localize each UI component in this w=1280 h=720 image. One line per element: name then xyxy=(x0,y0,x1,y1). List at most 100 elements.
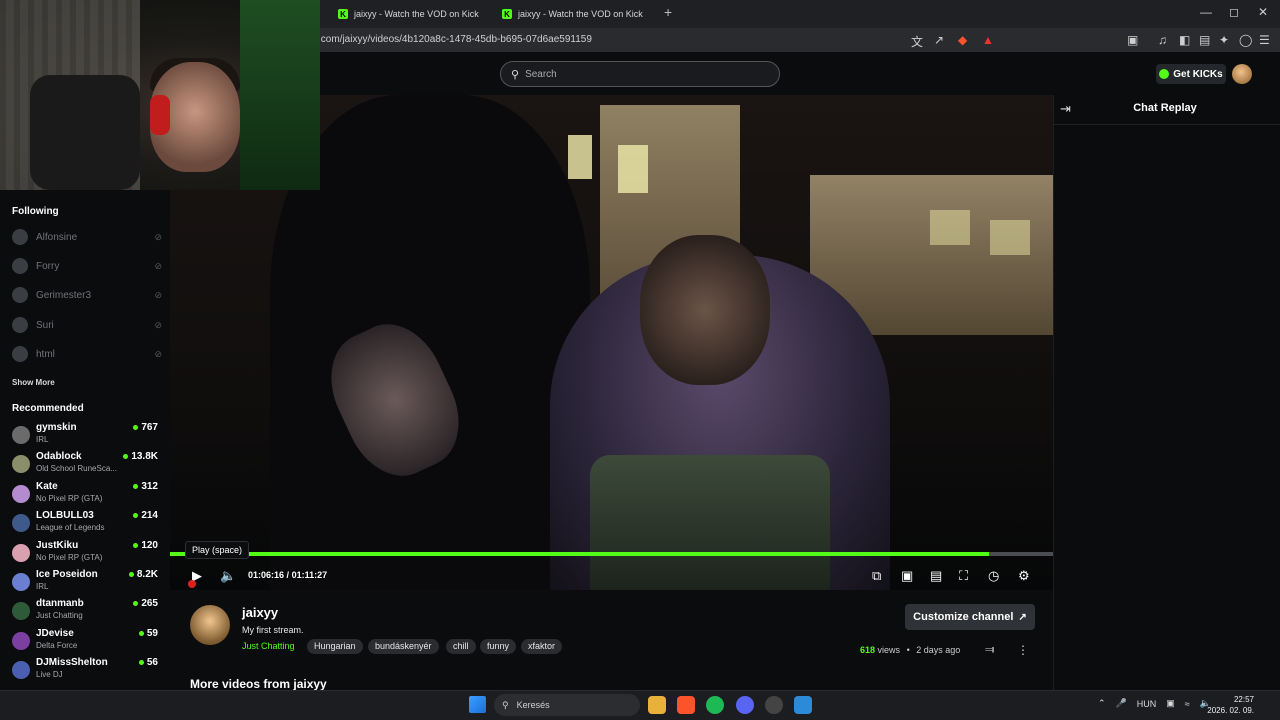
viewer-count: 214 xyxy=(133,510,158,521)
kicks-coin-icon xyxy=(1159,69,1170,79)
pip-icon[interactable]: ⧉ xyxy=(872,568,881,584)
video-window xyxy=(618,145,648,193)
sidebar-following-item[interactable]: html ⊘ xyxy=(12,344,162,364)
photos-icon[interactable] xyxy=(794,696,812,714)
tag-chip[interactable]: bundáskenyér xyxy=(368,639,439,654)
viewer-count-value: 13.8K xyxy=(131,451,158,462)
settings-icon[interactable]: ⚙ xyxy=(1018,568,1030,584)
customize-channel-button[interactable]: Customize channel ↗ xyxy=(905,604,1035,630)
reader-icon[interactable]: ◧ xyxy=(1179,33,1190,47)
channel-name: html xyxy=(36,348,55,360)
brave-browser-icon[interactable] xyxy=(677,696,695,714)
search-placeholder: Search xyxy=(525,68,557,80)
channel-name: LOLBULL03 xyxy=(36,510,94,521)
theater-mode-icon[interactable]: ▤ xyxy=(930,568,942,584)
tag-chip[interactable]: chill xyxy=(446,639,476,654)
translate-icon[interactable]: 文 xyxy=(911,33,923,50)
share-icon[interactable]: ⫥ xyxy=(985,644,995,657)
channel-name: Forry xyxy=(36,260,60,272)
get-kicks-button[interactable]: Get KICKs xyxy=(1156,64,1226,84)
live-dot-icon xyxy=(133,425,139,430)
avatar xyxy=(12,485,30,503)
search-input[interactable]: ⚲ Search xyxy=(500,61,780,87)
brave-rewards-icon[interactable]: ▲ xyxy=(982,33,994,47)
seek-bar-fill xyxy=(170,552,990,556)
play-tooltip: Play (space) xyxy=(185,541,250,559)
windows-taskbar xyxy=(0,690,1280,720)
show-more-button[interactable]: Show More xyxy=(12,378,55,387)
avatar xyxy=(12,258,28,274)
offline-icon: ⊘ xyxy=(154,348,162,359)
music-icon[interactable]: ♫ xyxy=(1158,33,1167,47)
sidebar-recommended-item[interactable]: Odablock Old School RuneSca... 13.8K xyxy=(12,451,162,479)
sidebar-recommended-item[interactable]: Ice Poseidon IRL 8.2K xyxy=(12,569,162,597)
category-link[interactable]: Just Chatting xyxy=(242,641,295,651)
volume-icon[interactable]: 🔈 xyxy=(220,568,236,584)
file-explorer-icon[interactable] xyxy=(648,696,666,714)
microphone-icon[interactable]: 🎤 xyxy=(1116,698,1127,709)
sidebar-toggle-icon[interactable]: ▣ xyxy=(1127,33,1138,47)
sidebar-recommended-item[interactable]: gymskin IRL 767 xyxy=(12,422,162,450)
mini-player-icon[interactable]: ▣ xyxy=(901,568,913,584)
taskbar-clock[interactable]: 22:57 2026. 02. 09. xyxy=(1204,694,1254,716)
chevron-up-icon[interactable]: ⌃ xyxy=(1098,698,1106,709)
browser-tab-2[interactable]: K jaixyy - Watch the VOD on Kick xyxy=(502,4,643,24)
sidebar-recommended-item[interactable]: JDevise Delta Force 59 xyxy=(12,628,162,656)
sidebar-following-item[interactable]: Forry ⊘ xyxy=(12,256,162,276)
close-icon[interactable]: ✕ xyxy=(1258,5,1268,19)
view-stats: 618 views • 2 days ago xyxy=(860,645,960,655)
clock-date: 2026. 02. 09. xyxy=(1207,706,1254,715)
steam-icon[interactable] xyxy=(765,696,783,714)
share-page-icon[interactable]: ↗ xyxy=(934,33,944,47)
sidebar-recommended-item[interactable]: JustKiku No Pixel RP (GTA) 120 xyxy=(12,540,162,568)
seek-bar[interactable] xyxy=(170,552,1053,556)
playback-speed-icon[interactable]: ◷ xyxy=(988,568,999,584)
language-indicator[interactable]: HUN xyxy=(1137,699,1157,709)
display-icon[interactable]: ▣ xyxy=(1166,698,1175,709)
minimize-icon[interactable]: — xyxy=(1200,5,1212,19)
discord-icon[interactable] xyxy=(736,696,754,714)
new-tab-button[interactable]: + xyxy=(664,4,672,20)
start-icon[interactable] xyxy=(469,696,486,713)
maximize-icon[interactable]: ◻ xyxy=(1229,5,1239,19)
sidebar-following-item[interactable]: Gerimester3 ⊘ xyxy=(12,285,162,305)
brave-shields-icon[interactable]: ◆ xyxy=(958,33,967,47)
menu-icon[interactable]: ☰ xyxy=(1259,33,1270,47)
avatar xyxy=(12,661,30,679)
avatar xyxy=(12,346,28,362)
browser-tab-1[interactable]: K jaixyy - Watch the VOD on Kick xyxy=(338,4,479,24)
channel-name-heading[interactable]: jaixyy xyxy=(242,605,278,620)
sidebar-recommended-item[interactable]: dtanmanb Just Chatting 265 xyxy=(12,598,162,626)
sidebar-following-item[interactable]: Alfonsine ⊘ xyxy=(12,227,162,247)
video-figure xyxy=(640,235,770,385)
live-dot-icon xyxy=(133,601,139,606)
tag-chip[interactable]: xfaktor xyxy=(521,639,563,654)
wallet-icon[interactable]: ▤ xyxy=(1199,33,1210,47)
spotify-icon[interactable] xyxy=(706,696,724,714)
sidebar-recommended-item[interactable]: Kate No Pixel RP (GTA) 312 xyxy=(12,481,162,509)
sidebar-recommended-item[interactable]: DJMissShelton Live DJ 56 xyxy=(12,657,162,685)
channel-avatar[interactable] xyxy=(190,605,230,645)
channel-category: IRL xyxy=(36,582,49,591)
user-avatar[interactable] xyxy=(1232,64,1252,84)
channel-name: JDevise xyxy=(36,628,74,639)
offline-icon: ⊘ xyxy=(154,289,162,300)
vpn-icon[interactable]: ◯ xyxy=(1239,33,1252,47)
tab-title: jaixyy - Watch the VOD on Kick xyxy=(518,9,643,19)
avatar xyxy=(12,426,30,444)
channel-name: gymskin xyxy=(36,422,77,433)
sidebar-recommended-item[interactable]: LOLBULL03 League of Legends 214 xyxy=(12,510,162,538)
clock-time: 22:57 xyxy=(1233,695,1254,704)
collapse-chat-icon[interactable]: ⇥ xyxy=(1060,101,1071,117)
taskbar-search[interactable]: ⚲ Keresés xyxy=(494,694,640,716)
more-options-icon[interactable]: ⋮ xyxy=(1017,643,1029,657)
live-dot-icon xyxy=(138,631,144,636)
fullscreen-icon[interactable]: ⛶ xyxy=(959,568,968,584)
wifi-icon[interactable]: ≈ xyxy=(1185,699,1190,709)
player-controls: ▶ 🔈 01:06:16 / 01:11:27 ⧉ ▣ ▤ ⛶ ◷ ⚙ xyxy=(170,562,1053,590)
tag-chip[interactable]: Hungarian xyxy=(307,639,363,654)
tag-chip[interactable]: funny xyxy=(480,639,517,654)
channel-category: Old School RuneSca... xyxy=(36,464,117,473)
sidebar-following-item[interactable]: Suri ⊘ xyxy=(12,315,162,335)
leo-ai-icon[interactable]: ✦ xyxy=(1219,33,1229,47)
